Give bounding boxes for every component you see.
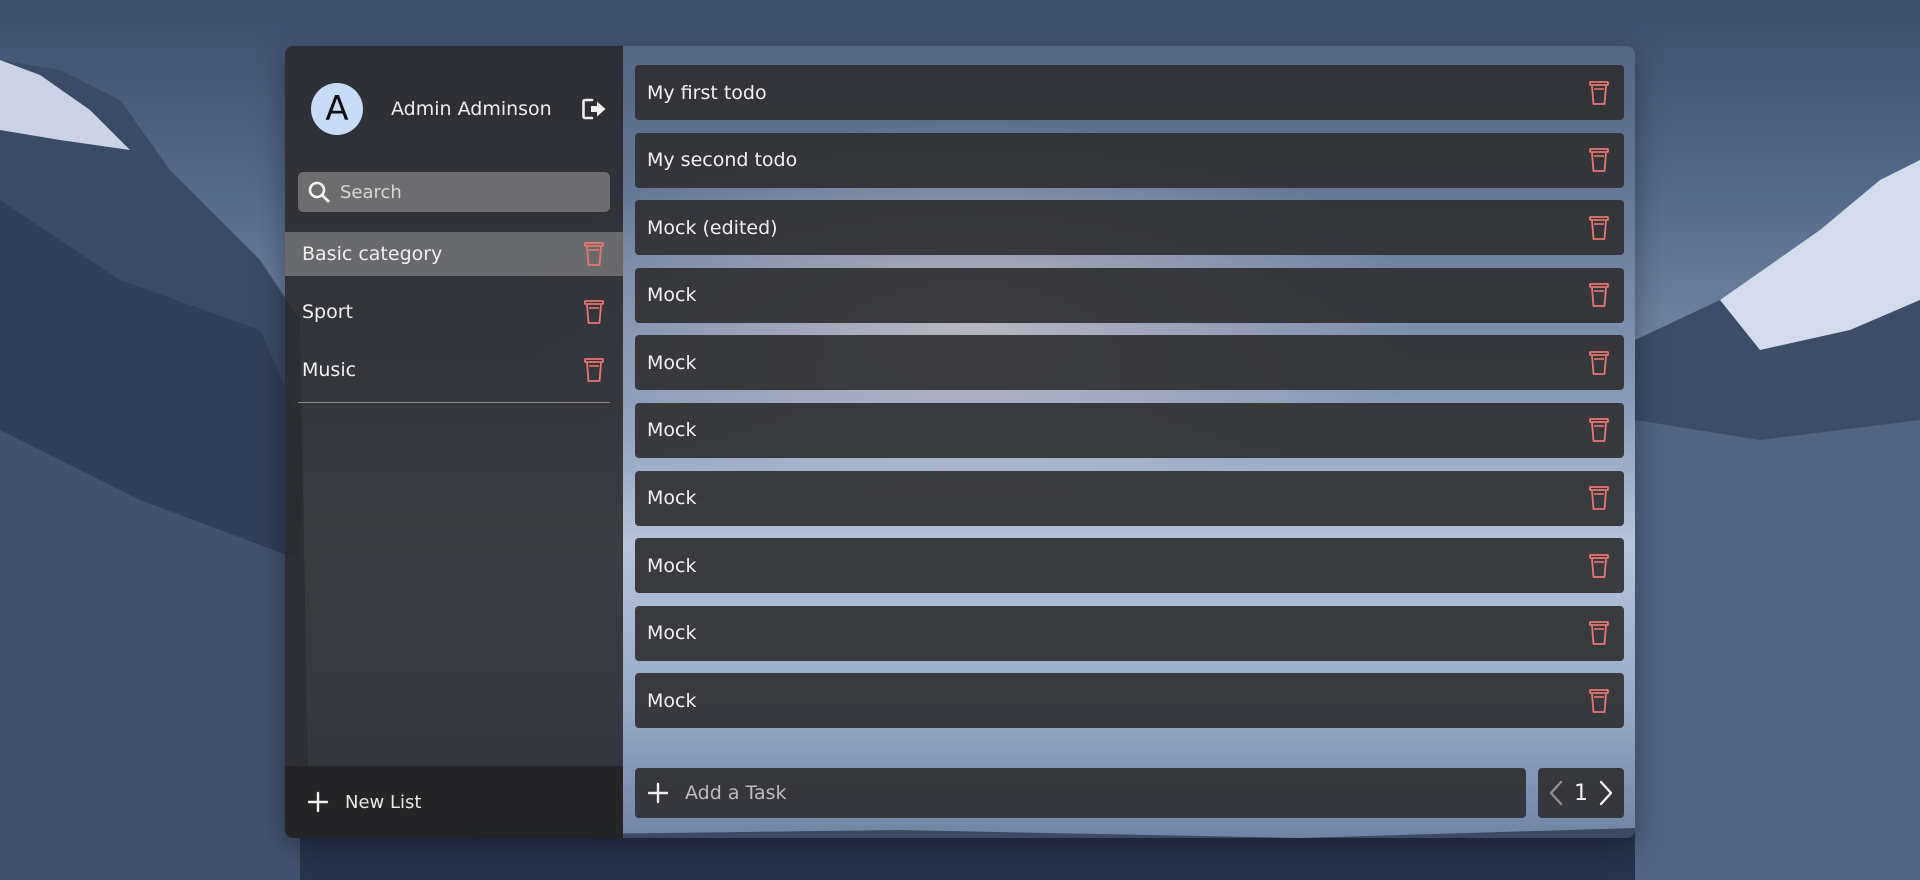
trash-icon (1589, 350, 1609, 375)
delete-category-button[interactable] (583, 299, 605, 325)
todo-item[interactable]: Mock (635, 402, 1624, 458)
todo-label: My second todo (647, 149, 798, 172)
trash-icon (1589, 553, 1609, 578)
todo-label: Mock (647, 554, 697, 577)
delete-todo-button[interactable] (1588, 553, 1610, 579)
delete-todo-button[interactable] (1588, 215, 1610, 241)
add-task-input[interactable] (685, 782, 1285, 804)
pagination: 1 (1538, 768, 1624, 818)
user-name: Admin Adminson (391, 98, 552, 120)
logout-icon (581, 98, 606, 120)
todo-label: Mock (647, 284, 697, 307)
todo-label: Mock (647, 487, 697, 510)
delete-category-button[interactable] (583, 357, 605, 383)
todo-label: Mock (647, 689, 697, 712)
delete-todo-button[interactable] (1588, 485, 1610, 511)
category-label: Basic category (302, 243, 443, 265)
trash-icon (1589, 688, 1609, 713)
todo-item[interactable]: My first todo (635, 65, 1624, 120)
delete-todo-button[interactable] (1588, 147, 1610, 173)
todo-item[interactable]: Mock (635, 267, 1624, 323)
todo-label: Mock (647, 351, 697, 374)
todo-item[interactable]: Mock (635, 605, 1624, 661)
todo-label: Mock (647, 622, 697, 645)
todo-app-window: A Admin Adminson Basic category Sport Musi… (285, 46, 1635, 838)
add-task-box[interactable] (635, 768, 1526, 818)
todo-item[interactable]: Mock (635, 335, 1624, 391)
todo-item[interactable]: My second todo (635, 132, 1624, 188)
category-item[interactable]: Music (285, 348, 623, 392)
todo-item[interactable]: Mock (edited) (635, 200, 1624, 256)
trash-icon (1589, 80, 1609, 105)
logout-button[interactable] (580, 94, 610, 124)
plus-icon (647, 782, 669, 804)
todo-item[interactable]: Mock (635, 538, 1624, 594)
trash-icon (1589, 486, 1609, 510)
delete-todo-button[interactable] (1588, 282, 1610, 308)
delete-category-button[interactable] (583, 241, 605, 267)
trash-icon (584, 242, 604, 266)
delete-todo-button[interactable] (1588, 688, 1610, 714)
chevron-right-icon (1599, 780, 1613, 806)
delete-todo-button[interactable] (1588, 80, 1610, 106)
todo-list: My first todo My second todo Mock (edited)… (635, 65, 1624, 729)
sidebar: A Admin Adminson Basic category Sport Musi… (285, 46, 623, 838)
category-item[interactable]: Basic category (285, 232, 623, 276)
todo-item[interactable]: Mock (635, 470, 1624, 526)
trash-icon (1589, 418, 1609, 443)
trash-icon (1589, 148, 1609, 172)
task-panel: My first todo My second todo Mock (edited)… (623, 46, 1635, 838)
search-box[interactable] (298, 172, 610, 212)
todo-label: My first todo (647, 81, 767, 104)
trash-icon (1589, 283, 1609, 308)
todo-label: Mock (647, 419, 697, 442)
page-number: 1 (1574, 780, 1588, 806)
bottom-bar: 1 (635, 768, 1624, 818)
category-list: Basic category Sport Music (285, 232, 623, 406)
new-list-label: New List (345, 791, 422, 813)
prev-page-button[interactable] (1546, 778, 1566, 808)
category-label: Music (302, 359, 357, 381)
delete-todo-button[interactable] (1588, 350, 1610, 376)
plus-icon (307, 791, 329, 813)
category-label: Sport (302, 301, 354, 323)
category-divider (298, 402, 610, 403)
delete-todo-button[interactable] (1588, 620, 1610, 646)
delete-todo-button[interactable] (1588, 417, 1610, 443)
trash-icon (1589, 215, 1609, 240)
search-input[interactable] (340, 181, 580, 203)
todo-item[interactable]: Mock (635, 673, 1624, 729)
avatar: A (311, 83, 363, 135)
todo-label: Mock (edited) (647, 216, 778, 239)
chevron-left-icon (1549, 780, 1563, 806)
trash-icon (584, 358, 604, 382)
category-item[interactable]: Sport (285, 290, 623, 334)
trash-icon (584, 300, 604, 324)
new-list-button[interactable]: New List (285, 766, 623, 838)
trash-icon (1589, 621, 1609, 646)
next-page-button[interactable] (1596, 778, 1616, 808)
search-icon (308, 181, 330, 203)
user-profile: A Admin Adminson (285, 46, 623, 172)
